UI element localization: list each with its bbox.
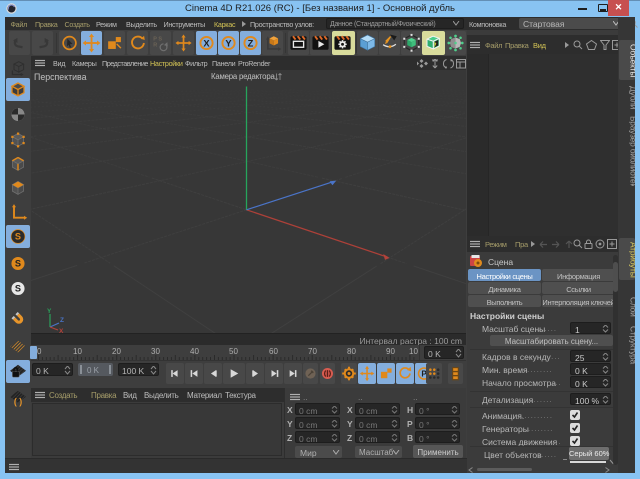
svg-text:Z: Z — [60, 317, 64, 324]
svg-text:S: S — [15, 284, 21, 294]
svg-text:Браузер библиотек: Браузер библиотек — [629, 116, 636, 186]
svg-text:Y: Y — [47, 308, 52, 315]
svg-text:Объекты: Объекты — [629, 44, 636, 77]
svg-text:Структура: Структура — [629, 326, 636, 364]
svg-text:Атрибуты: Атрибуты — [629, 242, 636, 278]
svg-text:( ): ( ) — [14, 397, 22, 407]
svg-text:Слои: Слои — [629, 297, 636, 317]
svg-text:S: S — [15, 232, 21, 242]
svg-text:Дубли: Дубли — [629, 86, 636, 110]
svg-text:Z: Z — [248, 38, 254, 48]
svg-text:S: S — [15, 259, 21, 269]
svg-text:X: X — [203, 38, 210, 48]
svg-text:R: R — [153, 42, 157, 48]
svg-text:P S: P S — [153, 36, 162, 42]
svg-text:Y: Y — [225, 38, 232, 48]
